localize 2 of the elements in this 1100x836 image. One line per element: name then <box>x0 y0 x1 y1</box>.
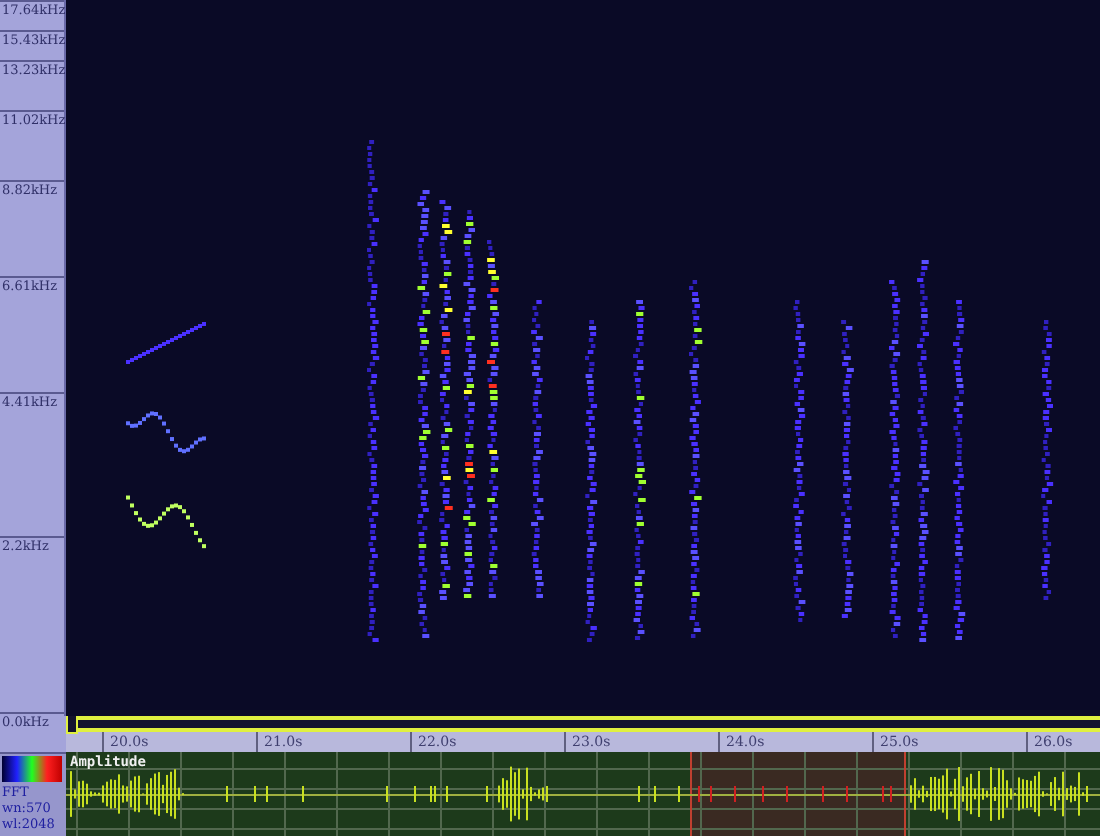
scroll-handle[interactable] <box>66 716 78 734</box>
color-scale <box>2 756 62 782</box>
